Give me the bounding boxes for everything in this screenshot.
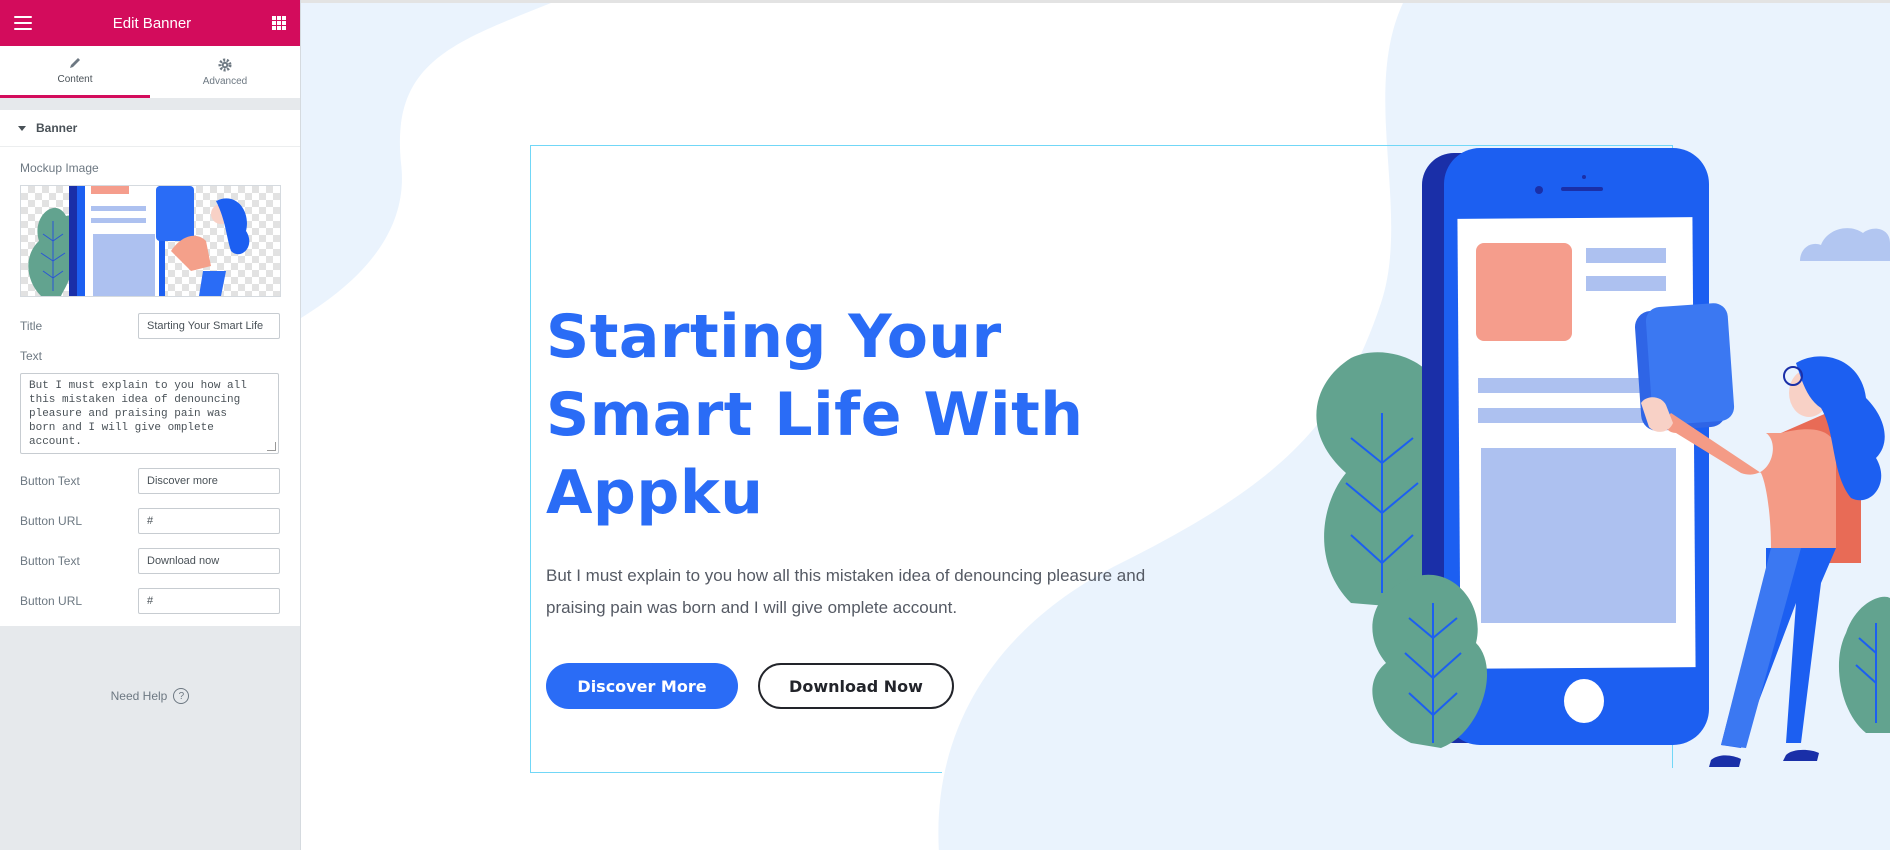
- need-help-label: Need Help: [110, 689, 168, 703]
- button2-url-input[interactable]: #: [138, 588, 280, 614]
- preview-canvas: Starting Your Smart Life With Appku But …: [301, 0, 1890, 850]
- content-panel: Banner Mockup Image Title Starting Your …: [0, 110, 300, 626]
- tab-content[interactable]: Content: [0, 46, 150, 98]
- tab-advanced-label: Advanced: [202, 75, 248, 87]
- pencil-icon: [70, 58, 80, 68]
- widgets-grid-icon[interactable]: [271, 16, 286, 30]
- hero-title: Starting Your Smart Life With Appku: [546, 302, 1084, 528]
- editor-sidebar: Edit Banner Content Advanced Banner Mock…: [0, 0, 301, 850]
- button2-url-row: Button URL #: [0, 584, 300, 618]
- resize-grip-icon[interactable]: [267, 442, 276, 451]
- section-title: Banner: [36, 121, 78, 135]
- button1-text-row: Button Text Discover more: [0, 464, 300, 498]
- button1-text-input[interactable]: Discover more: [138, 468, 280, 494]
- button2-url-label: Button URL: [20, 594, 83, 608]
- download-now-button[interactable]: Download Now: [758, 663, 954, 709]
- mockup-thumbnail: [28, 186, 250, 296]
- mockup-image-label: Mockup Image: [20, 161, 99, 175]
- tab-content-label: Content: [57, 74, 93, 85]
- sidebar-tabs: Content Advanced: [0, 46, 300, 98]
- sidebar-title: Edit Banner: [112, 14, 192, 32]
- text-textarea[interactable]: But I must explain to you how all this m…: [20, 373, 279, 454]
- mockup-image-picker[interactable]: [20, 185, 281, 297]
- button1-url-label: Button URL: [20, 514, 83, 528]
- title-row: Title Starting Your Smart Life: [0, 309, 300, 343]
- need-help-link[interactable]: Need Help ?: [0, 688, 300, 704]
- button2-text-row: Button Text Download now: [0, 544, 300, 578]
- gear-icon: [218, 58, 232, 71]
- hero-text: But I must explain to you how all this m…: [546, 566, 1146, 617]
- text-label: Text: [20, 349, 43, 363]
- button1-url-row: Button URL #: [0, 504, 300, 538]
- text-textarea-value: But I must explain to you how all this m…: [29, 380, 247, 448]
- tab-advanced[interactable]: Advanced: [150, 46, 300, 98]
- caret-down-icon: [18, 125, 26, 131]
- sidebar-header: Edit Banner: [0, 0, 300, 46]
- title-label: Title: [20, 319, 43, 333]
- button2-text-label: Button Text: [20, 554, 80, 568]
- button2-text-input[interactable]: Download now: [138, 548, 280, 574]
- section-banner-header[interactable]: Banner: [0, 110, 300, 147]
- button1-url-input[interactable]: #: [138, 508, 280, 534]
- discover-more-button[interactable]: Discover More: [546, 663, 738, 709]
- button1-text-label: Button Text: [20, 474, 80, 488]
- title-input[interactable]: Starting Your Smart Life: [138, 313, 280, 339]
- help-question-icon: ?: [173, 688, 190, 704]
- hamburger-menu-icon[interactable]: [14, 16, 32, 30]
